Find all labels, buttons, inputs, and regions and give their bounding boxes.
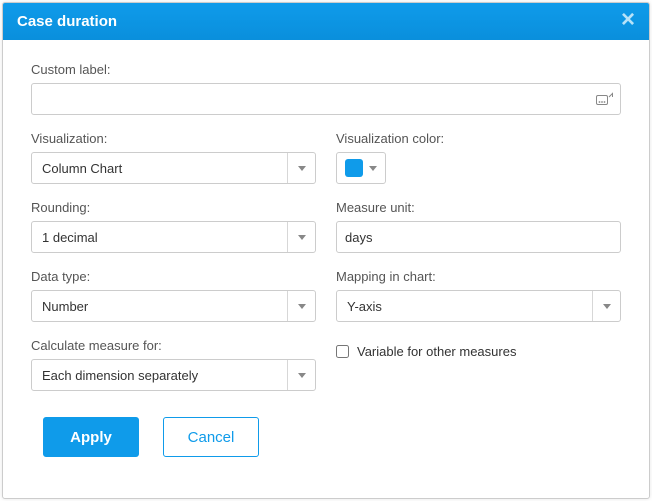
variable-for-others-label: Variable for other measures xyxy=(357,344,516,359)
color-swatch xyxy=(345,159,363,177)
dialog-case-duration: Case duration × Custom label: xyxy=(2,2,650,499)
rounding-label: Rounding: xyxy=(31,200,316,215)
mapping-value: Y-axis xyxy=(337,291,592,321)
data-type-value: Number xyxy=(32,291,287,321)
calculate-for-combo[interactable]: Each dimension separately xyxy=(31,359,316,391)
rounding-value: 1 decimal xyxy=(32,222,287,252)
custom-label-label: Custom label: xyxy=(31,62,621,77)
cancel-button[interactable]: Cancel xyxy=(163,417,259,457)
chevron-down-icon[interactable] xyxy=(287,291,315,321)
data-type-label: Data type: xyxy=(31,269,316,284)
mapping-combo[interactable]: Y-axis xyxy=(336,290,621,322)
dialog-footer: Apply Cancel xyxy=(31,407,621,457)
measure-unit-input[interactable] xyxy=(336,221,621,253)
data-type-combo[interactable]: Number xyxy=(31,290,316,322)
visualization-color-label: Visualization color: xyxy=(336,131,621,146)
visualization-combo[interactable]: Column Chart xyxy=(31,152,316,184)
chevron-down-icon[interactable] xyxy=(592,291,620,321)
apply-button[interactable]: Apply xyxy=(43,417,139,457)
custom-label-input[interactable] xyxy=(31,83,621,115)
close-icon[interactable]: × xyxy=(621,13,635,27)
dialog-title: Case duration xyxy=(17,13,117,30)
chevron-down-icon[interactable] xyxy=(287,222,315,252)
visualization-color-picker[interactable] xyxy=(336,152,386,184)
visualization-value: Column Chart xyxy=(32,153,287,183)
dialog-header: Case duration × xyxy=(3,3,649,40)
dialog-body: Custom label: Visualization: xyxy=(3,40,649,498)
label-builder-icon[interactable] xyxy=(595,89,615,109)
calculate-for-value: Each dimension separately xyxy=(32,360,287,390)
chevron-down-icon[interactable] xyxy=(287,360,315,390)
chevron-down-icon xyxy=(369,166,377,171)
measure-unit-label: Measure unit: xyxy=(336,200,621,215)
calculate-for-label: Calculate measure for: xyxy=(31,338,316,353)
visualization-label: Visualization: xyxy=(31,131,316,146)
chevron-down-icon[interactable] xyxy=(287,153,315,183)
variable-for-others-checkbox[interactable] xyxy=(336,345,349,358)
mapping-label: Mapping in chart: xyxy=(336,269,621,284)
rounding-combo[interactable]: 1 decimal xyxy=(31,221,316,253)
